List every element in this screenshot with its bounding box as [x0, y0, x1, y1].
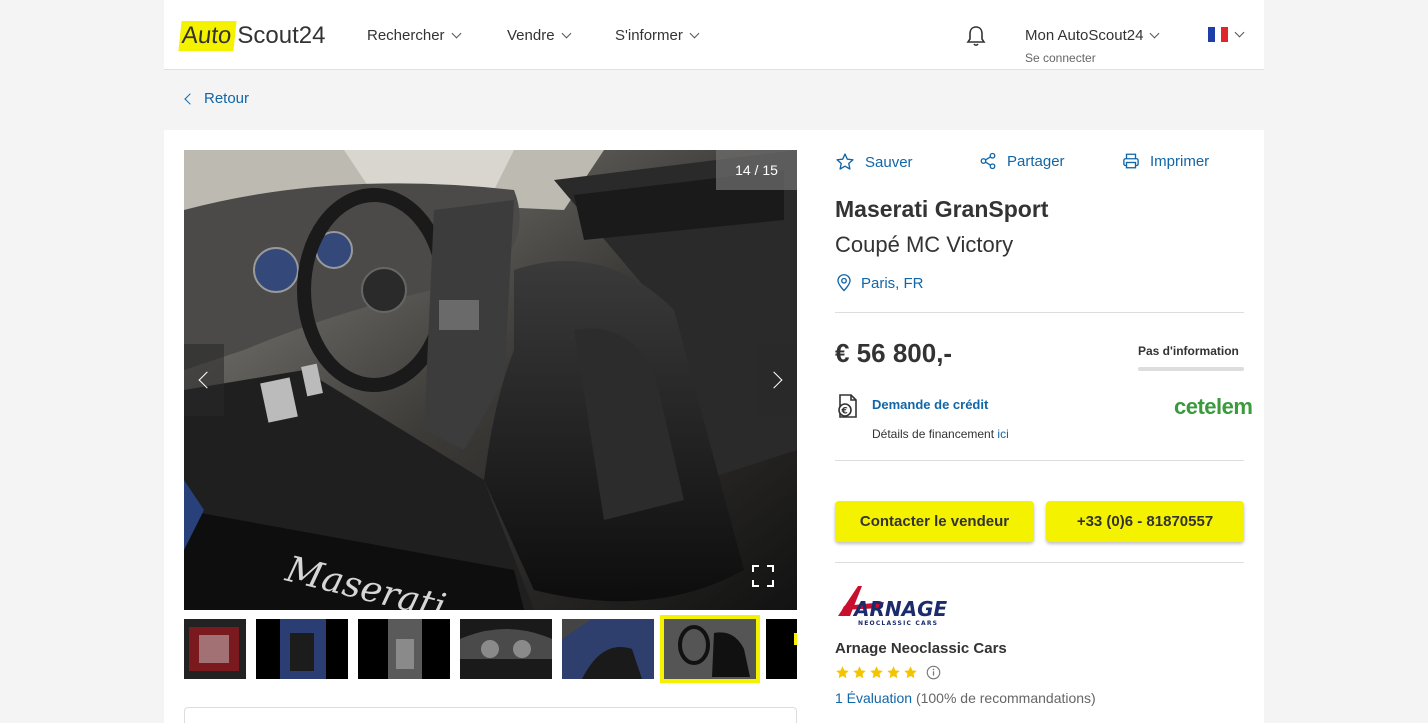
location-label: Paris, FR [861, 274, 924, 292]
nav-vendre-label: Vendre [507, 27, 555, 44]
location-link[interactable]: Paris, FR [835, 273, 924, 293]
thumbnail-image [358, 619, 450, 679]
back-link[interactable]: Retour [184, 90, 250, 107]
thumbnail-image [460, 619, 552, 679]
info-icon[interactable] [926, 665, 941, 680]
star-outline-icon [836, 153, 854, 170]
logo-scout-text: Scout24 [237, 21, 326, 49]
thumbnail-image [562, 619, 654, 679]
star-icon [887, 666, 900, 679]
chevron-right-icon [765, 371, 783, 389]
car-interior-photo: Maserati [184, 150, 797, 610]
share-label: Partager [1007, 152, 1065, 170]
star-icon [836, 666, 849, 679]
thumbnail[interactable] [256, 619, 348, 679]
svg-text:€: € [841, 407, 848, 417]
thumbnail-image [766, 619, 797, 679]
thumbnail-image [256, 619, 348, 679]
nav-vendre[interactable]: Vendre [507, 27, 571, 44]
autoscout24-logo[interactable]: Auto Scout24 [178, 18, 326, 53]
credit-document-icon: € [838, 394, 857, 418]
save-label: Sauver [865, 153, 913, 171]
previous-image-button[interactable] [184, 344, 224, 416]
dealer-logo[interactable]: ARNAGE NEOCLASSIC CARS [836, 584, 960, 628]
price: € 56 800,- [835, 338, 953, 368]
price-rating-label: Pas d'information [1138, 344, 1239, 358]
share-icon [980, 152, 996, 170]
thumbnail[interactable] [460, 619, 552, 679]
divider [835, 562, 1244, 563]
star-icon [853, 666, 866, 679]
top-header: Auto Scout24 Rechercher Vendre S'informe… [164, 0, 1264, 70]
my-account-menu[interactable]: Mon AutoScout24 Se connecter [1025, 27, 1160, 65]
thumbnail[interactable] [184, 619, 246, 679]
cetelem-logo: cetelem [1174, 394, 1253, 419]
reviews-link[interactable]: 1 Évaluation [835, 690, 912, 706]
chevron-left-icon [184, 92, 196, 105]
image-gallery[interactable]: Maserati 14 / 15 [184, 150, 797, 610]
printer-icon [1123, 153, 1139, 169]
description-box [184, 707, 797, 723]
logo-auto-text: Auto [178, 20, 237, 51]
chevron-down-icon [561, 28, 571, 39]
chevron-left-icon [198, 371, 216, 389]
dealer-name[interactable]: Arnage Neoclassic Cars [835, 640, 1007, 657]
dealer-logo-subtext: NEOCLASSIC CARS [858, 620, 938, 627]
nav-rechercher[interactable]: Rechercher [367, 27, 461, 44]
share-button[interactable]: Partager [979, 152, 1065, 170]
thumbnail-strip [184, 614, 797, 684]
my-account-title: Mon AutoScout24 [1025, 27, 1144, 44]
listing-actions: Sauver Partager Imprimer [835, 152, 1245, 174]
thumbnail[interactable] [562, 619, 654, 679]
vehicle-make-model: Maserati GranSport [835, 196, 1049, 222]
contact-seller-button[interactable]: Contacter le vendeur [835, 501, 1034, 542]
star-icon [904, 666, 917, 679]
nav-sinformer[interactable]: S'informer [615, 27, 700, 44]
language-selector[interactable] [1208, 27, 1245, 42]
chevron-down-icon [689, 28, 700, 39]
france-flag-icon [1208, 27, 1229, 42]
reviews-note: (100% de recommandations) [912, 690, 1096, 706]
divider [835, 312, 1244, 313]
dealer-logo-text: ARNAGE [852, 597, 948, 621]
thumbnail-image [664, 619, 756, 679]
financing-details: Détails de financement ici [872, 427, 1009, 441]
image-counter: 14 / 15 [716, 150, 797, 190]
financing-details-link[interactable]: ici [997, 427, 1008, 441]
dealer-reviews: 1 Évaluation (100% de recommandations) [835, 690, 1096, 706]
chevron-down-icon [1149, 28, 1160, 39]
chevron-down-icon [1234, 27, 1245, 38]
save-button[interactable]: Sauver [835, 152, 913, 172]
location-pin-icon [837, 274, 851, 292]
divider [835, 460, 1244, 461]
thumbnail[interactable] [766, 619, 797, 679]
chevron-down-icon [451, 28, 461, 39]
login-link[interactable]: Se connecter [1025, 51, 1158, 65]
dealer-rating-stars [835, 665, 941, 680]
print-label: Imprimer [1150, 152, 1210, 170]
next-image-button[interactable] [757, 344, 797, 416]
vehicle-variant: Coupé MC Victory [835, 232, 1014, 257]
nav-rechercher-label: Rechercher [367, 27, 445, 44]
star-icon [870, 666, 883, 679]
price-rating-bar [1138, 367, 1244, 371]
credit-request-link[interactable]: Demande de crédit [872, 397, 988, 412]
thumbnail-image [184, 619, 246, 679]
phone-button[interactable]: +33 (0)6 - 81870557 [1046, 501, 1244, 542]
nav-sinformer-label: S'informer [615, 27, 683, 44]
thumbnail-active[interactable] [660, 615, 760, 683]
thumbnail[interactable] [358, 619, 450, 679]
financing-details-text: Détails de financement [872, 427, 998, 441]
back-label: Retour [204, 90, 250, 107]
bell-icon[interactable] [964, 24, 988, 48]
fullscreen-icon[interactable] [751, 564, 775, 588]
print-button[interactable]: Imprimer [1122, 152, 1209, 170]
